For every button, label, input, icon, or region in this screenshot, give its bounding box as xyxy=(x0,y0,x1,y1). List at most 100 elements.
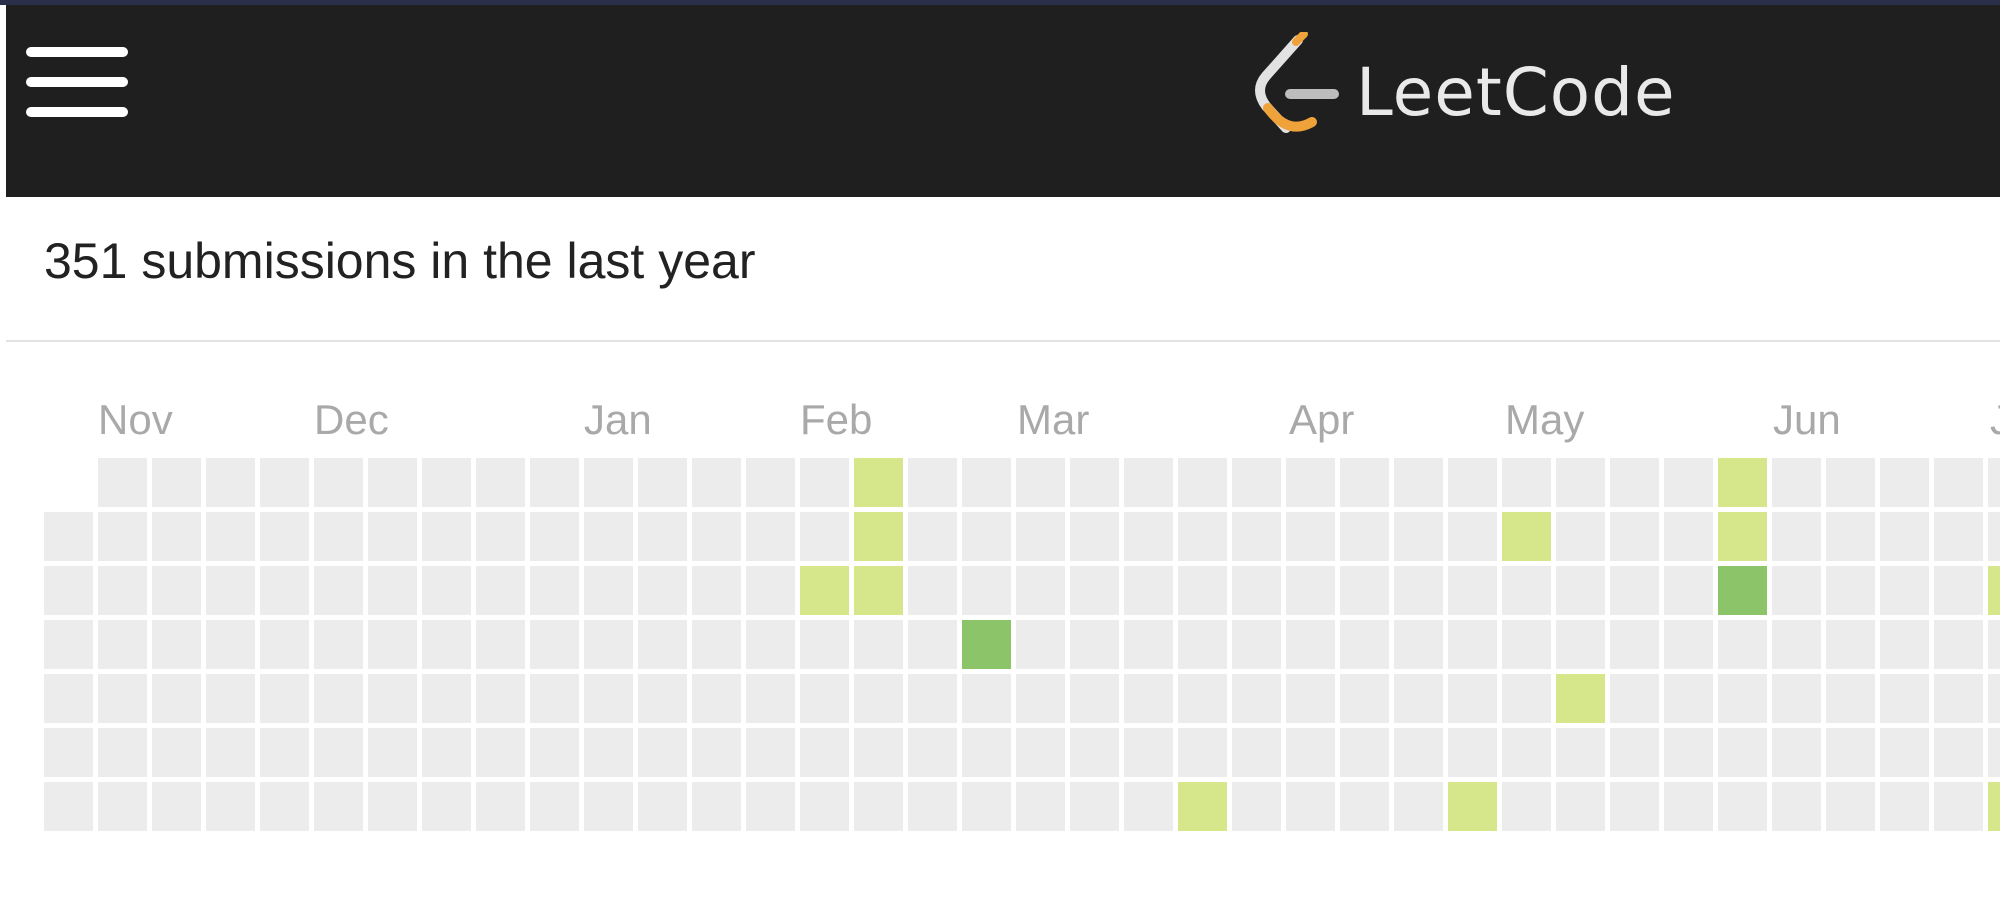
calendar-day-cell[interactable] xyxy=(260,728,309,777)
calendar-day-cell[interactable] xyxy=(1772,512,1821,561)
calendar-day-cell[interactable] xyxy=(908,728,957,777)
calendar-day-cell[interactable] xyxy=(1124,458,1173,507)
calendar-day-cell[interactable] xyxy=(584,728,633,777)
calendar-day-cell[interactable] xyxy=(1826,728,1875,777)
calendar-day-cell[interactable] xyxy=(746,782,795,831)
calendar-day-cell[interactable] xyxy=(1394,566,1443,615)
calendar-day-cell[interactable] xyxy=(206,674,255,723)
calendar-day-cell[interactable] xyxy=(1988,458,2000,507)
calendar-day-cell[interactable] xyxy=(1448,782,1497,831)
calendar-day-cell[interactable] xyxy=(152,782,201,831)
calendar-day-cell[interactable] xyxy=(692,674,741,723)
calendar-day-cell[interactable] xyxy=(1934,458,1983,507)
calendar-day-cell[interactable] xyxy=(1232,674,1281,723)
calendar-day-cell[interactable] xyxy=(1448,566,1497,615)
calendar-day-cell[interactable] xyxy=(1286,728,1335,777)
calendar-day-cell[interactable] xyxy=(1610,620,1659,669)
calendar-day-cell[interactable] xyxy=(368,674,417,723)
calendar-day-cell[interactable] xyxy=(692,566,741,615)
calendar-day-cell[interactable] xyxy=(206,458,255,507)
calendar-day-cell[interactable] xyxy=(1070,782,1119,831)
calendar-day-cell[interactable] xyxy=(1070,512,1119,561)
calendar-day-cell[interactable] xyxy=(1826,782,1875,831)
calendar-day-cell[interactable] xyxy=(368,620,417,669)
calendar-day-cell[interactable] xyxy=(1124,674,1173,723)
calendar-day-cell[interactable] xyxy=(638,512,687,561)
calendar-day-cell[interactable] xyxy=(1664,512,1713,561)
calendar-day-cell[interactable] xyxy=(1178,674,1227,723)
calendar-day-cell[interactable] xyxy=(692,512,741,561)
calendar-day-cell[interactable] xyxy=(854,512,903,561)
calendar-day-cell[interactable] xyxy=(1448,674,1497,723)
calendar-day-cell[interactable] xyxy=(1502,458,1551,507)
calendar-day-cell[interactable] xyxy=(1610,674,1659,723)
calendar-day-cell[interactable] xyxy=(854,728,903,777)
calendar-day-cell[interactable] xyxy=(692,458,741,507)
calendar-day-cell[interactable] xyxy=(98,782,147,831)
calendar-day-cell[interactable] xyxy=(1664,782,1713,831)
calendar-day-cell[interactable] xyxy=(908,782,957,831)
calendar-day-cell[interactable] xyxy=(854,782,903,831)
hamburger-menu-icon[interactable] xyxy=(26,47,128,117)
calendar-day-cell[interactable] xyxy=(1286,674,1335,723)
calendar-day-cell[interactable] xyxy=(1988,674,2000,723)
calendar-day-cell[interactable] xyxy=(1124,512,1173,561)
calendar-day-cell[interactable] xyxy=(422,620,471,669)
calendar-day-cell[interactable] xyxy=(746,512,795,561)
calendar-day-cell[interactable] xyxy=(1988,728,2000,777)
calendar-day-cell[interactable] xyxy=(1772,458,1821,507)
calendar-day-cell[interactable] xyxy=(908,566,957,615)
calendar-day-cell[interactable] xyxy=(1502,620,1551,669)
calendar-day-cell[interactable] xyxy=(1394,512,1443,561)
calendar-day-cell[interactable] xyxy=(368,728,417,777)
calendar-day-cell[interactable] xyxy=(746,620,795,669)
calendar-day-cell[interactable] xyxy=(1826,620,1875,669)
calendar-day-cell[interactable] xyxy=(1826,674,1875,723)
calendar-day-cell[interactable] xyxy=(1070,620,1119,669)
calendar-day-cell[interactable] xyxy=(1394,620,1443,669)
calendar-day-cell[interactable] xyxy=(314,674,363,723)
calendar-day-cell[interactable] xyxy=(800,566,849,615)
calendar-day-cell[interactable] xyxy=(1934,674,1983,723)
calendar-day-cell[interactable] xyxy=(1718,674,1767,723)
calendar-day-cell[interactable] xyxy=(800,620,849,669)
calendar-day-cell[interactable] xyxy=(800,674,849,723)
calendar-day-cell[interactable] xyxy=(1772,728,1821,777)
calendar-day-cell[interactable] xyxy=(1340,458,1389,507)
calendar-day-cell[interactable] xyxy=(1610,458,1659,507)
calendar-day-cell[interactable] xyxy=(1178,620,1227,669)
calendar-day-cell[interactable] xyxy=(638,728,687,777)
calendar-day-cell[interactable] xyxy=(1610,782,1659,831)
calendar-day-cell[interactable] xyxy=(98,458,147,507)
calendar-day-cell[interactable] xyxy=(1340,728,1389,777)
calendar-day-cell[interactable] xyxy=(1934,728,1983,777)
calendar-day-cell[interactable] xyxy=(1340,566,1389,615)
calendar-day-cell[interactable] xyxy=(422,782,471,831)
calendar-day-cell[interactable] xyxy=(152,458,201,507)
calendar-day-cell[interactable] xyxy=(584,512,633,561)
calendar-day-cell[interactable] xyxy=(1988,620,2000,669)
calendar-day-cell[interactable] xyxy=(530,728,579,777)
calendar-day-cell[interactable] xyxy=(1610,512,1659,561)
calendar-day-cell[interactable] xyxy=(1880,458,1929,507)
calendar-day-cell[interactable] xyxy=(1502,782,1551,831)
calendar-day-cell[interactable] xyxy=(44,620,93,669)
calendar-day-cell[interactable] xyxy=(314,728,363,777)
brand[interactable]: LeetCode xyxy=(1246,27,1676,157)
calendar-day-cell[interactable] xyxy=(1502,674,1551,723)
calendar-day-cell[interactable] xyxy=(152,566,201,615)
calendar-day-cell[interactable] xyxy=(476,512,525,561)
calendar-day-cell[interactable] xyxy=(1340,782,1389,831)
calendar-day-cell[interactable] xyxy=(1286,512,1335,561)
calendar-day-cell[interactable] xyxy=(962,566,1011,615)
calendar-day-cell[interactable] xyxy=(1826,512,1875,561)
calendar-day-cell[interactable] xyxy=(962,674,1011,723)
calendar-day-cell[interactable] xyxy=(584,620,633,669)
calendar-day-cell[interactable] xyxy=(98,620,147,669)
calendar-day-cell[interactable] xyxy=(1178,512,1227,561)
calendar-day-cell[interactable] xyxy=(422,512,471,561)
calendar-day-cell[interactable] xyxy=(1232,512,1281,561)
calendar-day-cell[interactable] xyxy=(98,728,147,777)
calendar-day-cell[interactable] xyxy=(1502,566,1551,615)
calendar-day-cell[interactable] xyxy=(962,512,1011,561)
